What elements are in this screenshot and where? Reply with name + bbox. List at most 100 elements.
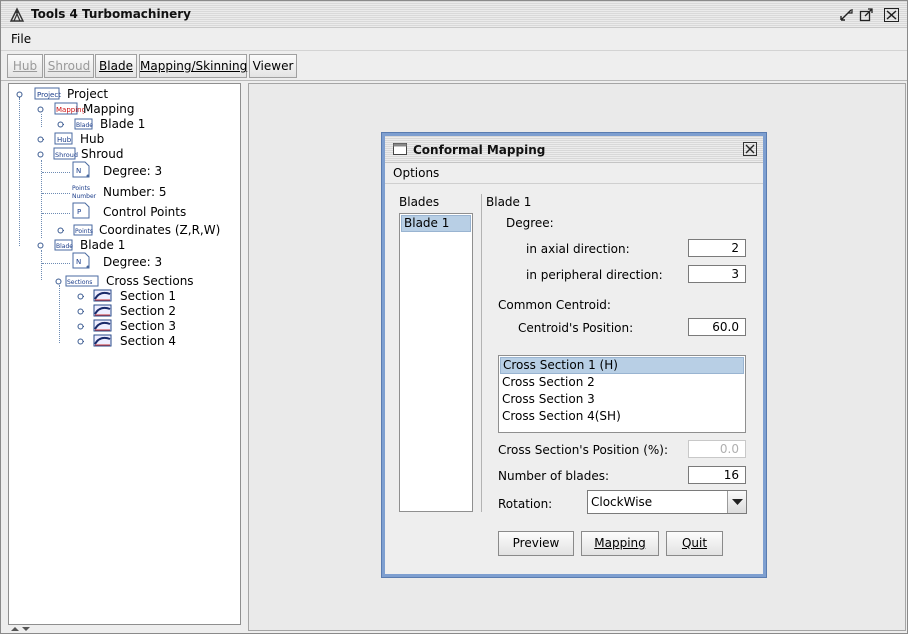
tree-node-shroud[interactable]: Shroud Shroud (35, 147, 235, 162)
project-icon: Project (34, 87, 61, 100)
points-icon: Points (73, 224, 93, 236)
tree-node-shroud-number[interactable]: Points Number Number: 5 (71, 185, 231, 200)
svg-text:P: P (77, 208, 81, 216)
blade-button[interactable]: Blade (95, 54, 137, 78)
main-window: Tools 4 Turbomachinery File Hub Shroud B… (0, 0, 908, 634)
tree-node-hub[interactable]: Hub Hub (35, 132, 235, 147)
mapping-button-label: Mapping (594, 536, 646, 550)
split-arrows-icon[interactable] (10, 626, 34, 632)
tree-connector (42, 172, 70, 173)
cross-sections-list[interactable]: Cross Section 1 (H) Cross Section 2 Cros… (498, 355, 746, 433)
split-collapse-handle[interactable] (8, 625, 242, 633)
svg-text:Shroud: Shroud (55, 151, 78, 159)
list-item[interactable]: Cross Section 4(SH) (500, 408, 744, 425)
collapsed-handle-icon[interactable] (77, 338, 84, 345)
tree-label: Mapping (83, 102, 135, 116)
tree-node-section4[interactable]: Section 4 (75, 334, 225, 349)
tree-label: Project (67, 87, 109, 101)
svg-text:Blade: Blade (76, 122, 93, 129)
blade-icon: Blade (54, 239, 73, 251)
shroud-icon: Shroud (53, 147, 78, 160)
tree-node-section3[interactable]: Section 3 (75, 319, 225, 334)
svg-text:Blade: Blade (56, 243, 73, 250)
control-points-doc-icon: P (72, 202, 90, 219)
collapsed-handle-icon[interactable] (37, 136, 44, 143)
tree-node-mapping[interactable]: Mapping Mapping (35, 102, 235, 117)
collapsed-handle-icon[interactable] (77, 308, 84, 315)
collapsed-handle-icon[interactable] (57, 227, 64, 234)
quit-button-label: Quit (681, 536, 708, 550)
expanded-handle-icon[interactable] (55, 278, 62, 285)
rotation-dropdown-button[interactable] (727, 491, 746, 513)
svg-text:Hub: Hub (57, 136, 72, 144)
tree-label: Section 1 (120, 289, 177, 303)
list-item[interactable]: Cross Section 3 (500, 391, 744, 408)
list-item[interactable]: Cross Section 1 (H) (500, 357, 744, 374)
tree-node-mapping-blade1[interactable]: Blade Blade 1 (55, 117, 235, 132)
hub-button[interactable]: Hub (7, 54, 43, 78)
tree-node-blade1-degree[interactable]: N Degree: 3 (71, 252, 231, 270)
blade-heading: Blade 1 (486, 195, 532, 209)
tree-label: Control Points (103, 205, 187, 219)
axial-degree-input[interactable]: 2 (688, 239, 746, 257)
shroud-button-label: Shroud (47, 59, 91, 73)
dialog-close-icon[interactable] (743, 142, 757, 156)
svg-text:Points: Points (72, 185, 90, 192)
tree-label: Number: 5 (103, 185, 167, 199)
centroid-position-input[interactable]: 60.0 (688, 318, 746, 336)
dialog-menu-bar: Options (385, 164, 763, 184)
dialog-title-bar[interactable]: Conformal Mapping (385, 136, 763, 163)
tree-node-shroud-degree[interactable]: N Degree: 3 (71, 161, 231, 179)
num-blades-input[interactable]: 16 (688, 466, 746, 484)
minimize-icon[interactable] (839, 8, 854, 22)
peripheral-label: in peripheral direction: (526, 268, 663, 282)
expanded-handle-icon[interactable] (37, 106, 44, 113)
rotation-select[interactable]: ClockWise (587, 490, 747, 514)
blades-list[interactable]: Blade 1 (399, 213, 473, 512)
preview-button[interactable]: Preview (498, 531, 574, 556)
rotation-label: Rotation: (498, 497, 553, 511)
tree-connector (41, 250, 42, 280)
mapping-skinning-button[interactable]: Mapping/Skinning (139, 54, 247, 78)
tree-node-blade1[interactable]: Blade Blade 1 (35, 238, 235, 253)
blade-icon: Blade (74, 118, 93, 130)
collapsed-handle-icon[interactable] (77, 293, 84, 300)
title-bar[interactable]: Tools 4 Turbomachinery (1, 1, 907, 28)
tree-label: Degree: 3 (103, 164, 163, 178)
expanded-handle-icon[interactable] (37, 151, 44, 158)
collapsed-handle-icon[interactable] (77, 323, 84, 330)
menu-bar: File (1, 29, 907, 51)
list-item[interactable]: Cross Section 2 (500, 374, 744, 391)
mapping-button[interactable]: Mapping (581, 531, 659, 556)
peripheral-degree-input[interactable]: 3 (688, 265, 746, 283)
tree-node-section1[interactable]: Section 1 (75, 289, 225, 304)
tree-node-control-points[interactable]: P Control Points (71, 202, 231, 220)
list-item[interactable]: Blade 1 (401, 215, 471, 232)
tree-connector (42, 263, 70, 264)
tree-node-coordinates[interactable]: Points Coordinates (Z,R,W) (55, 223, 240, 238)
hub-icon: Hub (54, 132, 73, 145)
section-profile-icon (93, 334, 112, 347)
mapping-icon: Mapping (54, 102, 84, 115)
shroud-button[interactable]: Shroud (44, 54, 94, 78)
svg-text:Number: Number (72, 193, 97, 200)
tree-node-cross-sections[interactable]: Sections Cross Sections (53, 274, 243, 289)
collapsed-handle-icon[interactable] (57, 121, 64, 128)
close-icon[interactable] (884, 8, 899, 22)
tree-node-section2[interactable]: Section 2 (75, 304, 225, 319)
degree-doc-icon: N (72, 252, 90, 269)
degree-doc-icon: N (72, 161, 90, 178)
quit-button[interactable]: Quit (666, 531, 723, 556)
menu-options[interactable]: Options (393, 166, 439, 180)
expanded-handle-icon[interactable] (16, 91, 23, 98)
expanded-handle-icon[interactable] (37, 242, 44, 249)
maximize-icon[interactable] (859, 8, 874, 22)
tree-node-project[interactable]: Project Project (15, 87, 215, 102)
viewer-button[interactable]: Viewer (249, 54, 297, 78)
blade-button-label: Blade (99, 59, 133, 73)
centroid-label: Centroid's Position: (518, 321, 634, 335)
menu-file[interactable]: File (11, 32, 31, 46)
project-tree[interactable]: Project Project Mapping Mapping Blade Bl… (8, 83, 241, 625)
panel-separator (481, 194, 482, 512)
cs-position-label: Cross Section's Position (%): (498, 443, 669, 457)
